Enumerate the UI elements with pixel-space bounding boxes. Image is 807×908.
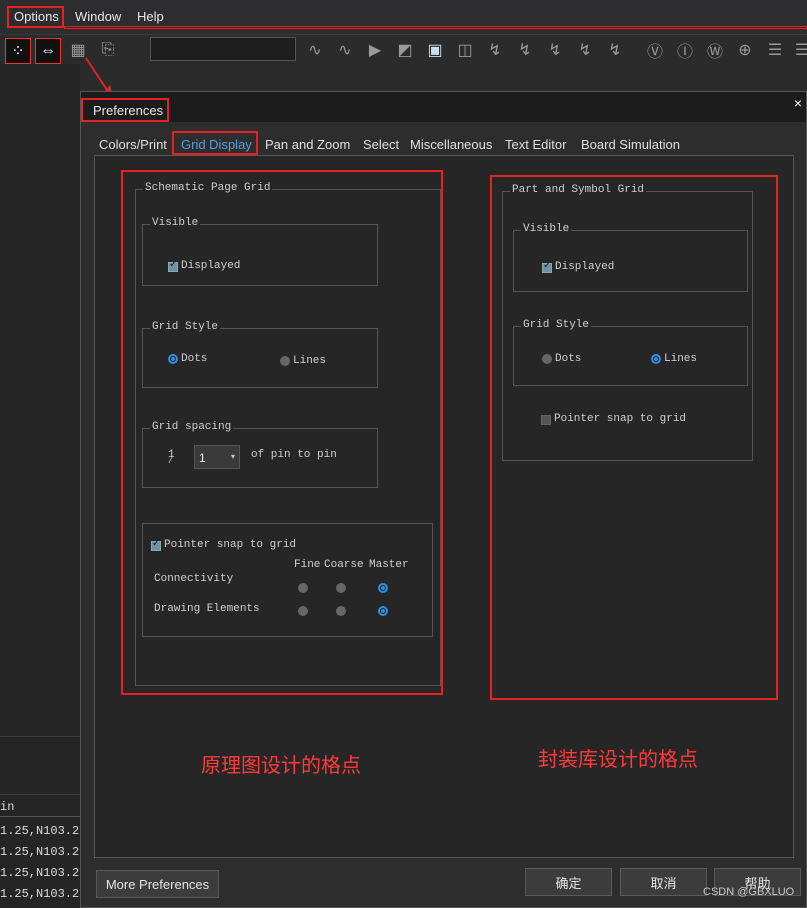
dialog-titlebar: Preferences ×: [81, 92, 806, 122]
tab-miscellaneous[interactable]: Miscellaneous: [410, 137, 492, 152]
grid-display-panel: Schematic Page Grid Visible Displayed Gr…: [94, 155, 794, 858]
highlight-schematic-group: [121, 170, 443, 695]
more-preferences-button[interactable]: More Preferences: [96, 870, 219, 898]
watermark: CSDN @GBXLUO: [703, 886, 795, 898]
highlight-preferences: [81, 98, 169, 122]
preferences-dialog: Preferences × Colors/Print Grid Display …: [80, 91, 807, 908]
ok-button[interactable]: 确定: [525, 868, 612, 896]
tab-text-editor[interactable]: Text Editor: [505, 137, 566, 152]
highlight-part-group: [490, 175, 778, 700]
tab-board-simulation[interactable]: Board Simulation: [581, 137, 680, 152]
tab-pan-and-zoom[interactable]: Pan and Zoom: [265, 137, 350, 152]
tab-select[interactable]: Select: [363, 137, 399, 152]
tab-colors-print[interactable]: Colors/Print: [99, 137, 167, 152]
close-icon[interactable]: ×: [794, 95, 802, 111]
cancel-button[interactable]: 取消: [620, 868, 707, 896]
part-annotation: 封装库设计的格点: [538, 747, 698, 771]
left-pane: in 1.25,N103.2,C1 1.25,N103.2,C1 1.25,N1…: [0, 64, 101, 908]
highlight-grid-display: [172, 131, 258, 155]
schematic-annotation: 原理图设计的格点: [201, 753, 361, 777]
column-header: in: [0, 800, 15, 814]
